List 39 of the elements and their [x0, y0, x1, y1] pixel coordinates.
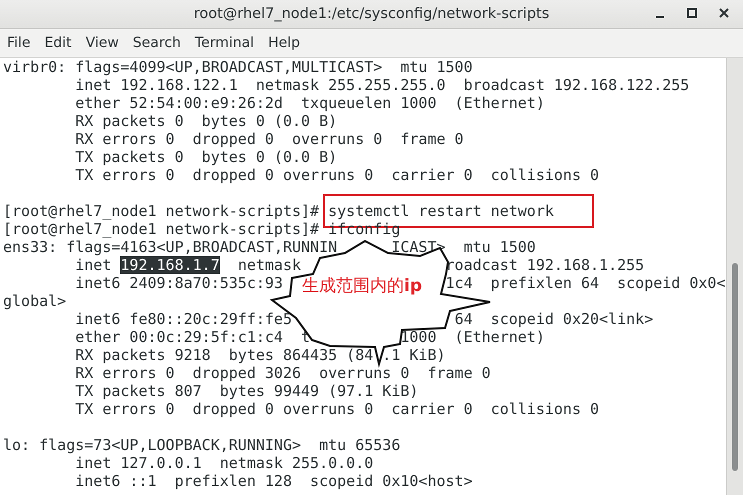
terminal-text: roadcast 192.168.1.255 [446, 256, 644, 274]
terminal-text: global> [3, 292, 66, 310]
terminal-text: 1c4 prefixlen 64 scopeid 0x0< [446, 274, 726, 292]
callout-text: 生成范围内的ip [302, 276, 422, 296]
terminal-text: lo: flags=73<UP,LOOPBACK,RUNNING> mtu 65536 [3, 436, 400, 454]
terminal-text: 1000 (Ethernet) [400, 328, 545, 346]
terminal-text: inet [75, 256, 112, 274]
terminal-text: inet 127.0.0.1 netmask 255.0.0.0 [75, 454, 374, 472]
terminal-text: TX packets 0 bytes 0 (0.0 B) [75, 148, 338, 166]
close-icon[interactable] [719, 8, 729, 18]
terminal-text: inet6 fe80::20c:29ff:fe5 [75, 310, 292, 328]
terminal-text: 64 scopeid 0x20<link> [454, 310, 654, 328]
scrollbar-thumb[interactable] [732, 263, 738, 471]
scrollbar[interactable] [726, 58, 743, 495]
terminal-text: ens33: flags=4163<UP,BROADCAST,RUNNIN [3, 238, 338, 256]
highlighted-text: 192.168.1.7 [120, 256, 220, 274]
menu-item[interactable]: Help [261, 32, 307, 54]
menu-item[interactable]: Terminal [188, 32, 262, 54]
terminal-text: ether 52:54:00:e9:26:2d txqueuelen 1000 (Ethernet) [75, 94, 545, 112]
terminal-text: virbr0: flags=4099<UP,BROADCAST,MULTICAST> mtu 1500 [3, 58, 473, 76]
terminal-text: RX errors 0 dropped 3026 overruns 0 frame 0 [75, 364, 491, 382]
terminal-text: inet6 ::1 prefixlen 128 scopeid 0x10<host> [75, 472, 473, 490]
menu-item[interactable]: Search [126, 32, 188, 54]
terminal-text: inet 192.168.122.1 netmask 255.255.255.0 broadcast 192.168.122.255 [75, 76, 690, 94]
window-title: root@rhel7_node1:/etc/sysconfig/network-scripts [194, 6, 550, 22]
terminal-text: [root@rhel7_node1 network-scripts]# [3, 202, 320, 220]
terminal-text: RX packets 0 bytes 0 (0.0 B) [75, 112, 338, 130]
terminal-text: RX packets 9218 bytes 864435 (84 [75, 346, 374, 364]
terminal-text: RX errors 0 dropped 0 overruns 0 frame 0 [75, 130, 464, 148]
menu-item[interactable]: View [78, 32, 126, 54]
menu-item[interactable]: File [0, 32, 38, 54]
terminal-text: TX packets 807 bytes 99449 (97.1 KiB) [75, 382, 418, 400]
terminal-text: .1 KiB) [382, 346, 446, 364]
terminal-text: netmask [238, 256, 302, 274]
terminal-text: TX errors 0 dropped 0 overruns 0 carrier 0 collisions 0 [75, 400, 600, 418]
menu-item[interactable]: Edit [37, 32, 79, 54]
terminal-text: TX errors 0 dropped 0 overruns 0 carrier 0 collisions 0 [75, 166, 600, 184]
maximize-icon[interactable] [687, 8, 697, 18]
terminal-text: inet6 2409:8a70:535c:93 [75, 274, 283, 292]
